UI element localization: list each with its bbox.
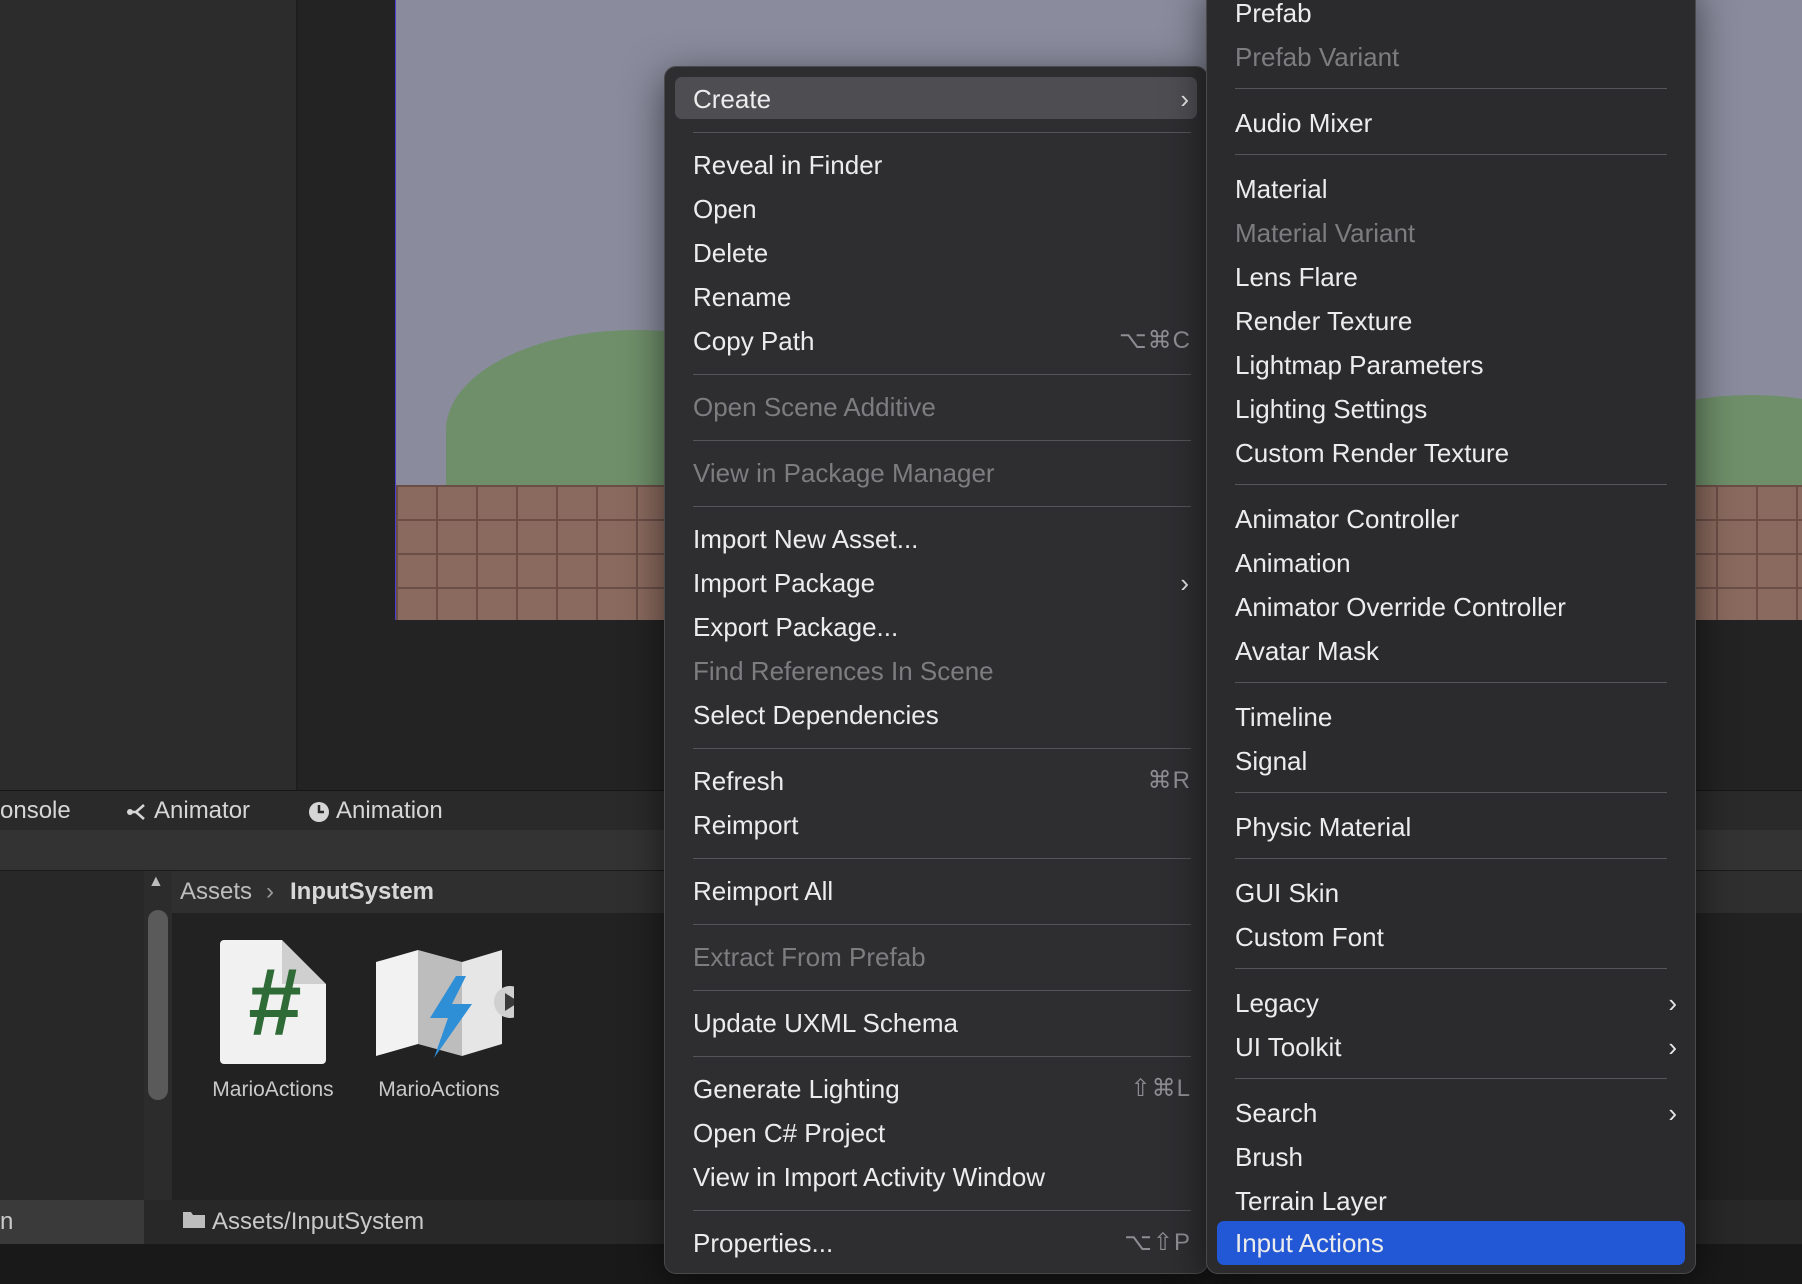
- menu-separator: [693, 924, 1191, 925]
- submenu-item-animator-override-controller[interactable]: Animator Override Controller: [1207, 587, 1695, 627]
- menu-item-find-references: Find References In Scene: [693, 656, 994, 686]
- menu-separator: [693, 1056, 1191, 1057]
- menu-item-create[interactable]: Create ›: [665, 79, 1207, 119]
- menu-separator: [693, 440, 1191, 441]
- shortcut: ⇧⌘L: [1130, 1075, 1191, 1102]
- chevron-right-icon: ›: [1668, 988, 1677, 1018]
- menu-item-properties[interactable]: Properties... ⌥⇧P: [665, 1223, 1207, 1263]
- submenu-item-prefab-variant: Prefab Variant: [1235, 42, 1400, 72]
- status-path: Assets/InputSystem: [212, 1208, 425, 1235]
- submenu-item-avatar-mask[interactable]: Avatar Mask: [1207, 631, 1695, 671]
- menu-item-generate-lighting[interactable]: Generate Lighting ⇧⌘L: [665, 1069, 1207, 1109]
- menu-item-open-scene-additive: Open Scene Additive: [693, 392, 936, 422]
- hash-glyph: #: [248, 949, 302, 1056]
- menu-item-select-dependencies[interactable]: Select Dependencies: [665, 695, 1207, 735]
- scene-border: [395, 0, 396, 620]
- shortcut: ⌥⇧P: [1124, 1229, 1191, 1256]
- breadcrumb-assets[interactable]: Assets: [180, 878, 252, 906]
- submenu-item-material[interactable]: Material: [1207, 169, 1695, 209]
- menu-item-view-import-activity[interactable]: View in Import Activity Window: [665, 1157, 1207, 1197]
- menu-item-import-new-asset[interactable]: Import New Asset...: [665, 519, 1207, 559]
- create-submenu: Prefab Prefab Variant Audio Mixer Materi…: [1206, 0, 1696, 1274]
- menu-separator: [1235, 792, 1667, 793]
- submenu-item-search[interactable]: Search ›: [1207, 1093, 1695, 1133]
- context-menu: Create › Reveal in Finder Open Delete Ren…: [664, 66, 1208, 1274]
- asset-label[interactable]: MarioActions: [198, 1078, 348, 1102]
- submenu-item-custom-font[interactable]: Custom Font: [1207, 917, 1695, 957]
- menu-separator: [693, 748, 1191, 749]
- tab-animation[interactable]: Animation: [308, 791, 443, 831]
- submenu-item-animation[interactable]: Animation: [1207, 543, 1695, 583]
- asset-label[interactable]: MarioActions: [364, 1078, 514, 1102]
- submenu-item-lightmap-parameters[interactable]: Lightmap Parameters: [1207, 345, 1695, 385]
- menu-item-export-package[interactable]: Export Package...: [665, 607, 1207, 647]
- menu-separator: [1235, 154, 1667, 155]
- submenu-item-legacy[interactable]: Legacy ›: [1207, 983, 1695, 1023]
- status-left-text: n: [0, 1208, 14, 1235]
- scroll-up-icon[interactable]: ▲: [148, 873, 164, 891]
- menu-item-copy-path[interactable]: Copy Path ⌥⌘C: [665, 321, 1207, 361]
- menu-item-open-csharp-project[interactable]: Open C# Project: [665, 1113, 1207, 1153]
- submenu-item-timeline[interactable]: Timeline: [1207, 697, 1695, 737]
- menu-item-extract-from-prefab: Extract From Prefab: [693, 942, 926, 972]
- menu-item-reimport-all[interactable]: Reimport All: [665, 871, 1207, 911]
- submenu-item-terrain-layer[interactable]: Terrain Layer: [1207, 1181, 1695, 1221]
- animator-icon: [126, 797, 154, 824]
- submenu-item-render-texture[interactable]: Render Texture: [1207, 301, 1695, 341]
- menu-item-delete[interactable]: Delete: [665, 233, 1207, 273]
- submenu-item-gui-skin[interactable]: GUI Skin: [1207, 873, 1695, 913]
- menu-separator: [693, 858, 1191, 859]
- menu-item-reimport[interactable]: Reimport: [665, 805, 1207, 845]
- chevron-right-icon: ›: [1180, 84, 1189, 114]
- shortcut: ⌥⌘C: [1119, 327, 1191, 354]
- submenu-item-custom-render-texture[interactable]: Custom Render Texture: [1207, 433, 1695, 473]
- status-left: [0, 1200, 144, 1244]
- clock-icon: [308, 797, 336, 824]
- menu-separator: [693, 990, 1191, 991]
- submenu-item-prefab[interactable]: Prefab: [1207, 0, 1695, 33]
- menu-item-open[interactable]: Open: [665, 189, 1207, 229]
- submenu-item-lens-flare[interactable]: Lens Flare: [1207, 257, 1695, 297]
- menu-separator: [1235, 968, 1667, 969]
- chevron-right-icon: ›: [1180, 568, 1189, 598]
- submenu-item-material-variant: Material Variant: [1235, 218, 1416, 248]
- chevron-right-icon: ›: [1668, 1032, 1677, 1062]
- hierarchy-panel: [0, 0, 296, 790]
- menu-item-view-in-package-manager: View in Package Manager: [693, 458, 995, 488]
- menu-separator: [693, 1210, 1191, 1211]
- menu-item-rename[interactable]: Rename: [665, 277, 1207, 317]
- menu-item-import-package[interactable]: Import Package ›: [665, 563, 1207, 603]
- submenu-item-lighting-settings[interactable]: Lighting Settings: [1207, 389, 1695, 429]
- menu-separator: [693, 374, 1191, 375]
- menu-item-update-uxml-schema[interactable]: Update UXML Schema: [665, 1003, 1207, 1043]
- submenu-item-audio-mixer[interactable]: Audio Mixer: [1207, 103, 1695, 143]
- scrollbar-thumb[interactable]: [148, 910, 168, 1100]
- menu-item-reveal-in-finder[interactable]: Reveal in Finder: [665, 145, 1207, 185]
- submenu-item-brush[interactable]: Brush: [1207, 1137, 1695, 1177]
- tab-label: onsole: [0, 797, 71, 824]
- menu-separator: [1235, 88, 1667, 89]
- menu-separator: [693, 506, 1191, 507]
- menu-separator: [1235, 1078, 1667, 1079]
- chevron-right-icon: ›: [1668, 1098, 1677, 1128]
- breadcrumb-current[interactable]: InputSystem: [290, 878, 434, 906]
- submenu-item-signal[interactable]: Signal: [1207, 741, 1695, 781]
- submenu-item-animator-controller[interactable]: Animator Controller: [1207, 499, 1695, 539]
- tab-animator[interactable]: Animator: [126, 791, 250, 831]
- input-actions-icon[interactable]: [374, 948, 526, 1058]
- tab-console[interactable]: onsole: [0, 791, 71, 831]
- menu-separator: [693, 132, 1191, 133]
- menu-separator: [1235, 682, 1667, 683]
- submenu-item-ui-toolkit[interactable]: UI Toolkit ›: [1207, 1027, 1695, 1067]
- tab-label: Animation: [336, 797, 443, 824]
- submenu-item-physic-material[interactable]: Physic Material: [1207, 807, 1695, 847]
- tab-label: Animator: [154, 797, 251, 824]
- shortcut: ⌘R: [1147, 767, 1191, 794]
- menu-item-refresh[interactable]: Refresh ⌘R: [665, 761, 1207, 801]
- submenu-item-input-actions[interactable]: Input Actions: [1207, 1223, 1695, 1263]
- menu-separator: [1235, 484, 1667, 485]
- chevron-right-icon: ›: [266, 878, 274, 905]
- menu-separator: [1235, 858, 1667, 859]
- folder-icon: [182, 1208, 206, 1235]
